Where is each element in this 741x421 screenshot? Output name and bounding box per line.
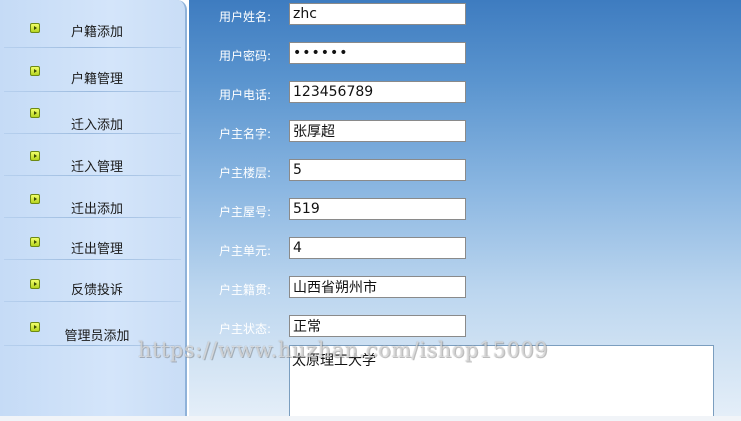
- sidebar-item-move-out-manage[interactable]: 迁出管理: [0, 218, 185, 260]
- hometown-label: 户主籍贯:: [219, 283, 272, 297]
- sidebar-item-label: 迁出管理: [70, 242, 123, 257]
- sidebar-item-move-in-add[interactable]: 迁入添加: [0, 92, 185, 134]
- room-input[interactable]: [289, 198, 466, 220]
- sidebar-item-label: 迁出添加: [70, 202, 123, 217]
- floor-input[interactable]: [289, 159, 466, 181]
- arrow-bullet-icon: [30, 279, 40, 289]
- arrow-bullet-icon: [30, 322, 40, 332]
- menu-divider: [4, 301, 181, 302]
- arrow-bullet-icon: [30, 108, 40, 118]
- arrow-bullet-icon: [30, 194, 40, 204]
- sidebar-item-label: 反馈投诉: [70, 283, 123, 298]
- sidebar-item-move-out-add[interactable]: 迁出添加: [0, 176, 185, 218]
- phone-label: 用户电话:: [219, 88, 272, 102]
- sidebar-item-household-manage[interactable]: 户籍管理: [0, 50, 185, 92]
- owner-name-input[interactable]: [289, 120, 466, 142]
- status-input[interactable]: [289, 315, 466, 337]
- sidebar-item-label: 管理员添加: [64, 329, 130, 344]
- floor-label: 户主楼层:: [219, 166, 272, 180]
- app-window: 户籍添加 户籍管理 迁入添加 迁入管理 迁出添加 迁出管理 反馈投诉 管理员添加…: [0, 0, 741, 421]
- unit-input[interactable]: [289, 237, 466, 259]
- arrow-bullet-icon: [30, 151, 40, 161]
- room-label: 户主屋号:: [219, 205, 272, 219]
- remarks-textarea[interactable]: 太原理工大学: [289, 345, 714, 421]
- arrow-bullet-icon: [30, 237, 40, 247]
- sidebar-item-label: 迁入添加: [70, 118, 123, 133]
- username-input[interactable]: [289, 3, 466, 25]
- sidebar-item-label: 迁入管理: [70, 160, 123, 175]
- menu-divider: [4, 47, 181, 48]
- sidebar-menu: 户籍添加 户籍管理 迁入添加 迁入管理 迁出添加 迁出管理 反馈投诉 管理员添加: [0, 0, 187, 416]
- owner-name-label: 户主名字:: [219, 127, 272, 141]
- sidebar-item-label: 户籍添加: [70, 25, 123, 40]
- edit-form-panel: 用户姓名: 用户密码: 用户电话: 户主名字: 户主楼层: 户主屋号: 户主单元…: [189, 0, 741, 421]
- menu-divider: [4, 345, 181, 346]
- sidebar-item-move-in-manage[interactable]: 迁入管理: [0, 134, 185, 176]
- sidebar-item-household-add[interactable]: 户籍添加: [0, 6, 185, 48]
- arrow-bullet-icon: [30, 66, 40, 76]
- status-label: 户主状态:: [219, 322, 272, 336]
- phone-input[interactable]: [289, 81, 466, 103]
- username-label: 用户姓名:: [219, 10, 272, 24]
- password-input[interactable]: [289, 42, 466, 64]
- sidebar-item-label: 户籍管理: [70, 72, 123, 87]
- hometown-input[interactable]: [289, 276, 466, 298]
- password-label: 用户密码:: [219, 49, 272, 63]
- arrow-bullet-icon: [30, 23, 40, 33]
- sidebar-item-admin-add[interactable]: 管理员添加: [0, 304, 185, 346]
- bottom-strip: [0, 416, 741, 421]
- unit-label: 户主单元:: [219, 244, 272, 258]
- sidebar-item-feedback[interactable]: 反馈投诉: [0, 260, 185, 302]
